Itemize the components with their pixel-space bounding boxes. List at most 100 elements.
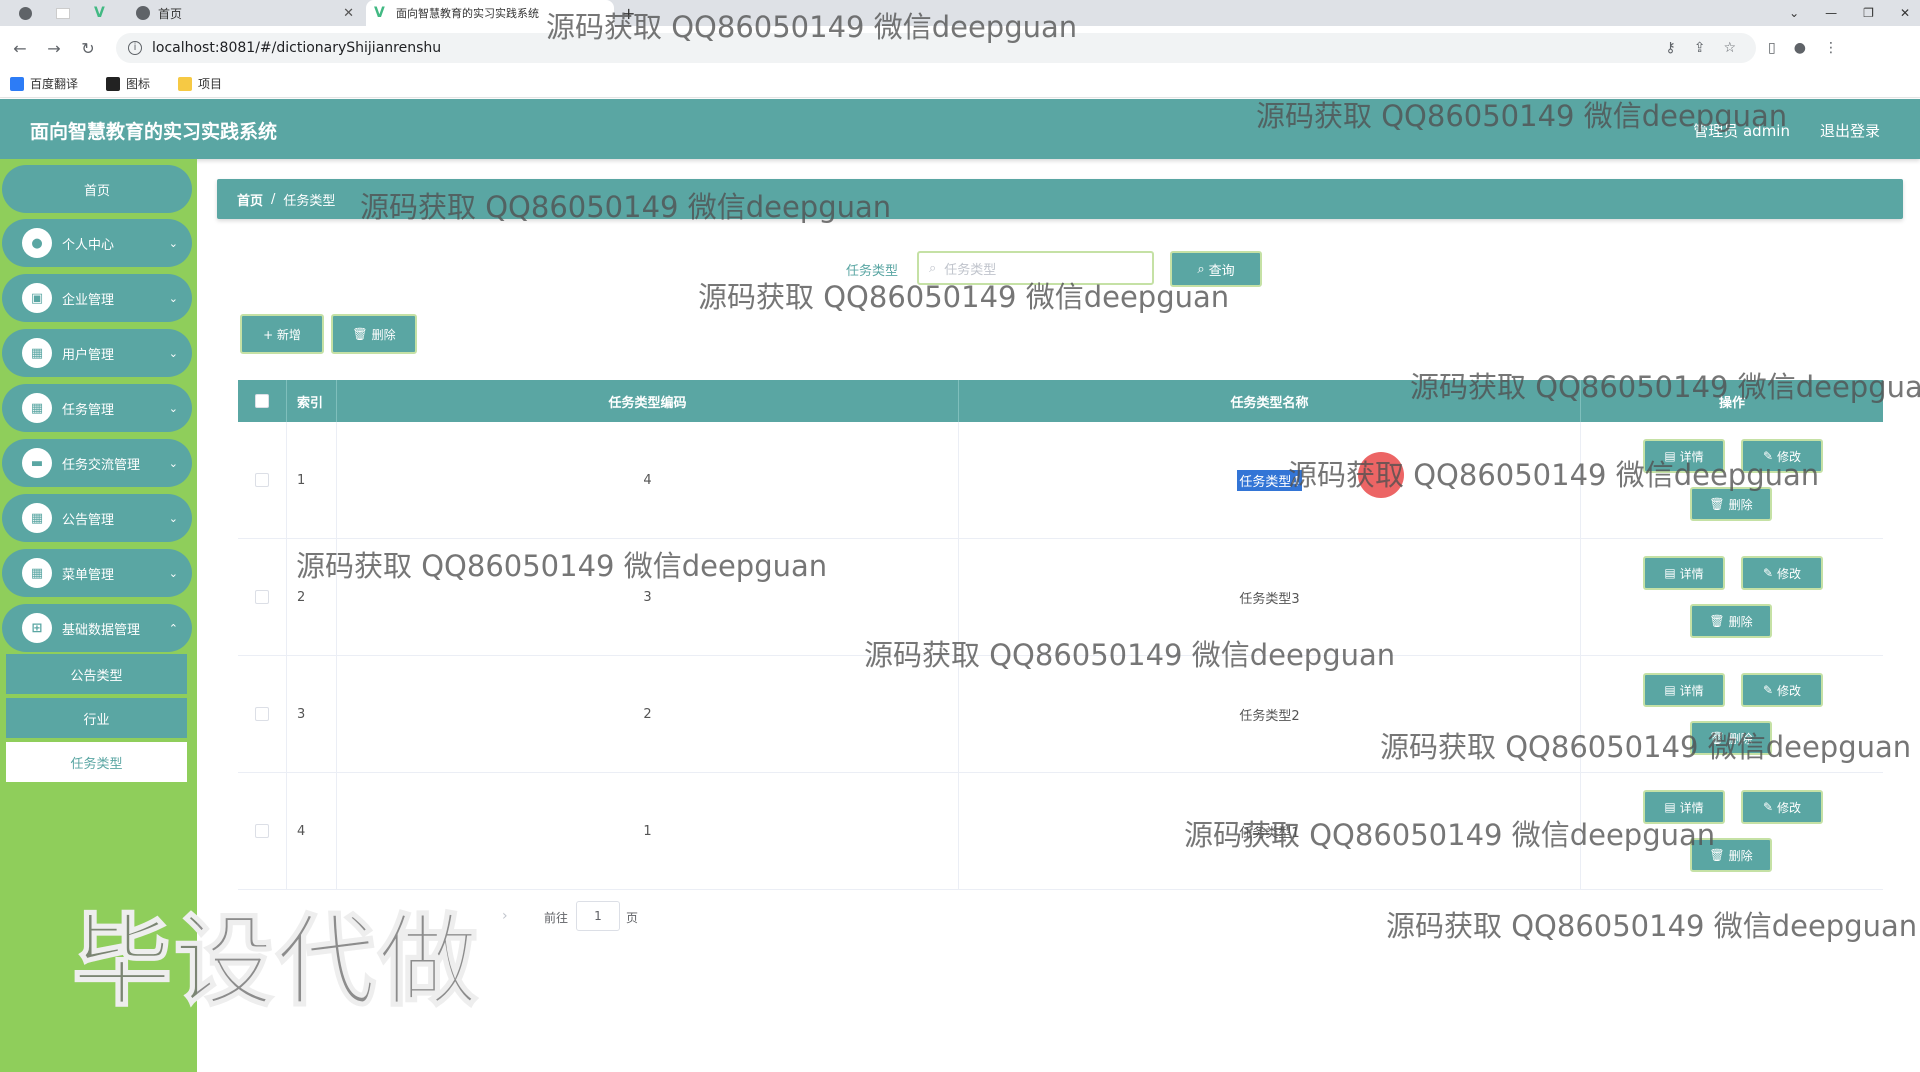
cell-index: 1 (287, 422, 337, 538)
watermark: 源码获取 QQ86050149 微信deepguan (1256, 99, 1788, 133)
th-index: 索引 (287, 380, 337, 422)
row-checkbox[interactable] (255, 824, 269, 838)
building-icon: ▣ (22, 283, 52, 313)
grid-icon: ▦ (22, 503, 52, 533)
add-button[interactable]: + 新增 (240, 314, 324, 354)
select-all-checkbox[interactable] (255, 394, 269, 408)
sidebar-item-basic-data[interactable]: ⊞ 基础数据管理 ⌃ (2, 604, 192, 652)
chat-icon: ▬ (22, 448, 52, 478)
cell-index: 3 (287, 656, 337, 772)
trash-icon: 🗑 (1709, 614, 1725, 628)
edit-button[interactable]: ✎ 修改 (1741, 556, 1823, 590)
grid-icon: ▦ (22, 393, 52, 423)
user-icon: ● (22, 228, 52, 258)
sidebar-item-notices[interactable]: ▦ 公告管理 ⌄ (2, 494, 192, 542)
next-page-icon[interactable]: › (502, 908, 508, 924)
sidebar-item-tasks[interactable]: ▦ 任务管理 ⌄ (2, 384, 192, 432)
document-icon: ▤ (1664, 683, 1676, 697)
cell-index: 4 (287, 773, 337, 889)
cell-code: 4 (337, 422, 959, 538)
grid-icon: ▦ (22, 558, 52, 588)
pinned-tab-1[interactable] (10, 0, 40, 26)
submenu-notice-type[interactable]: 公告类型 (6, 654, 187, 696)
goto-suffix: 页 (626, 911, 639, 925)
side-panel-icon[interactable]: ▯ (1768, 40, 1776, 56)
edit-button[interactable]: ✎ 修改 (1741, 673, 1823, 707)
sidebar-item-enterprise[interactable]: ▣ 企业管理 ⌄ (2, 274, 192, 322)
sidebar-item-home[interactable]: 首页 (2, 165, 192, 213)
delete-label: 删除 (371, 327, 396, 342)
watermark: 源码获取 QQ86050149 微信deepguan (296, 549, 828, 583)
sidebar-item-menus[interactable]: ▦ 菜单管理 ⌄ (2, 549, 192, 597)
row-select-cell (238, 656, 287, 772)
delete-button[interactable]: 🗑 删除 (1690, 604, 1772, 638)
restore-icon[interactable]: ❐ (1863, 6, 1874, 20)
globe-icon (18, 6, 32, 20)
window-controls: ⌄ — ❐ ✕ (1789, 0, 1910, 26)
bookmark-translate[interactable]: 百度翻译 (10, 75, 78, 92)
watermark: 源码获取 QQ86050149 微信deepguan (360, 190, 892, 224)
reload-icon[interactable]: ↻ (74, 39, 102, 58)
sidebar-item-label: 公告管理 (62, 512, 115, 528)
edit-label: 修改 (1777, 683, 1802, 698)
cell-code: 1 (337, 773, 959, 889)
back-arrow-icon[interactable]: ← (6, 39, 34, 58)
detail-label: 详情 (1679, 566, 1704, 581)
bookmark-icons[interactable]: 图标 (106, 75, 150, 92)
sidebar-item-task-exchange[interactable]: ▬ 任务交流管理 ⌄ (2, 439, 192, 487)
detail-button[interactable]: ▤ 详情 (1643, 556, 1725, 590)
pinned-tab-3[interactable]: V (86, 0, 116, 26)
close-window-icon[interactable]: ✕ (1900, 6, 1910, 20)
watermark: 源码获取 QQ86050149 微信deepguan (1386, 909, 1918, 943)
row-checkbox[interactable] (255, 707, 269, 721)
forward-arrow-icon[interactable]: → (40, 39, 68, 58)
trash-icon: 🗑 (1709, 497, 1725, 511)
folder-icon (178, 76, 193, 91)
chevron-down-icon[interactable]: ⌄ (1789, 6, 1799, 20)
chevron-down-icon: ⌄ (168, 566, 178, 580)
bookmark-label: 百度翻译 (30, 77, 79, 91)
bookmark-projects[interactable]: 项目 (178, 75, 222, 92)
info-icon[interactable]: i (128, 41, 142, 55)
edit-button[interactable]: ✎ 修改 (1741, 790, 1823, 824)
pinned-tab-2[interactable] (48, 0, 78, 26)
row-select-cell (238, 422, 287, 538)
submenu-task-type[interactable]: 任务类型 (6, 742, 187, 784)
th-code: 任务类型编码 (337, 380, 959, 422)
sidebar-item-personal-center[interactable]: ● 个人中心 ⌄ (2, 219, 192, 267)
document-icon: ▤ (1664, 566, 1676, 580)
chevron-down-icon: ⌄ (168, 401, 178, 415)
detail-label: 详情 (1679, 683, 1704, 698)
row-select-cell (238, 773, 287, 889)
sidebar-item-users[interactable]: ▦ 用户管理 ⌄ (2, 329, 192, 377)
row-select-cell (238, 539, 287, 655)
close-icon[interactable]: ✕ (343, 6, 354, 21)
logout-link[interactable]: 退出登录 (1820, 120, 1880, 141)
apps-icon: ⊞ (22, 613, 52, 643)
key-icon[interactable]: ⚷ (1665, 40, 1675, 56)
detail-button[interactable]: ▤ 详情 (1643, 673, 1725, 707)
profile-icon[interactable]: ● (1794, 40, 1806, 56)
vue-icon: V (374, 5, 385, 21)
star-icon[interactable]: ☆ (1723, 40, 1736, 56)
chevron-down-icon: ⌄ (168, 511, 178, 525)
chevron-down-icon: ⌄ (168, 346, 178, 360)
sidebar-item-label: 企业管理 (62, 292, 115, 308)
share-icon[interactable]: ⇪ (1694, 40, 1706, 56)
chevron-up-icon: ⌃ (168, 621, 178, 635)
select-all-cell (238, 380, 287, 422)
menu-dots-icon[interactable]: ⋮ (1824, 40, 1838, 56)
minimize-icon[interactable]: — (1825, 6, 1837, 20)
submenu-industry[interactable]: 行业 (6, 698, 187, 740)
breadcrumb-home[interactable]: 首页 (237, 190, 263, 209)
goto-page-input[interactable]: 1 (576, 901, 620, 931)
tab-home[interactable]: 首页 ✕ (128, 0, 362, 26)
chevron-down-icon: ⌄ (168, 236, 178, 250)
address-icons: ⚷ ⇪ ☆ (1665, 40, 1744, 56)
pencil-icon: ✎ (1762, 566, 1774, 580)
delete-label: 删除 (1728, 848, 1753, 863)
bookmark-label: 图标 (126, 77, 151, 91)
batch-delete-button[interactable]: 🗑 删除 (331, 314, 417, 354)
row-checkbox[interactable] (255, 590, 269, 604)
row-checkbox[interactable] (255, 473, 269, 487)
